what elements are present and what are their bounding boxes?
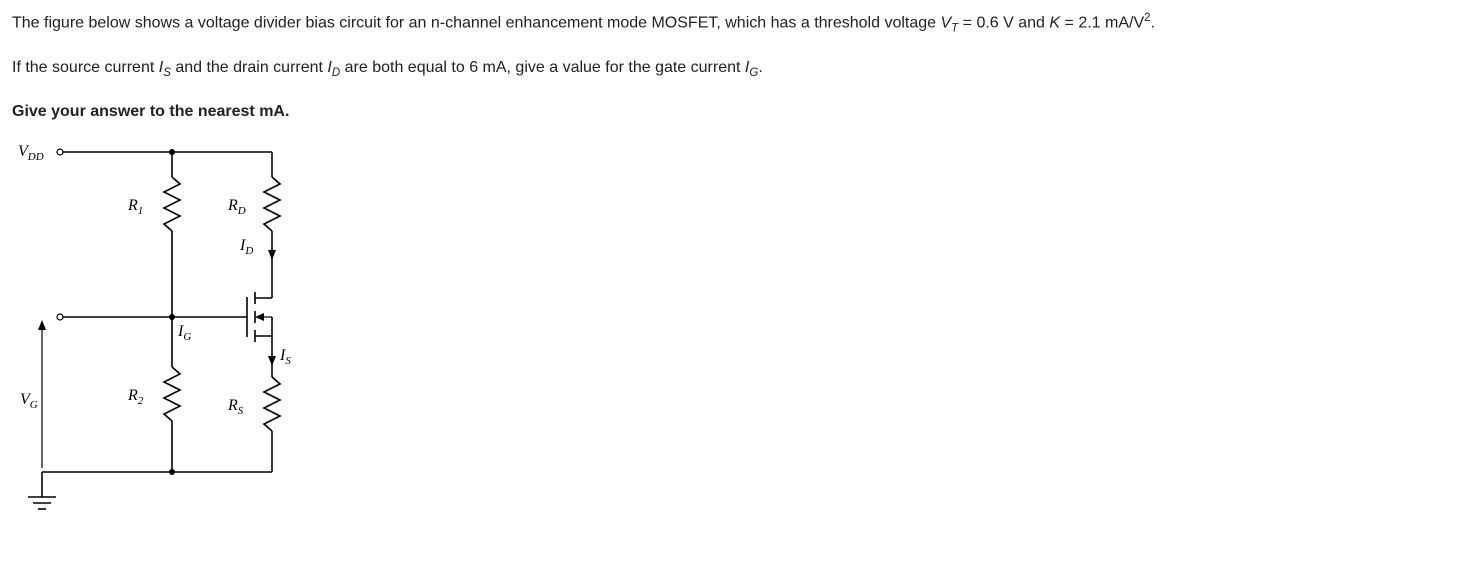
- r2-resistor: [164, 367, 180, 421]
- p2-end: .: [758, 59, 762, 76]
- p2-text-c: are both equal to 6 mA, give a value for…: [340, 59, 745, 76]
- p1-vt-eq: = 0.6 V and: [958, 14, 1049, 31]
- rs-resistor: [264, 377, 280, 431]
- instruction-paragraph: Give your answer to the nearest mA.: [12, 100, 1447, 124]
- r1-resistor: [164, 177, 180, 231]
- id-label: ID: [239, 237, 253, 257]
- vdd-terminal: [57, 149, 63, 155]
- circuit-figure: VDD R1 RD ID IG IS RS: [12, 142, 1447, 552]
- p2-text-a: If the source current: [12, 59, 159, 76]
- r1-label: R1: [127, 197, 143, 217]
- vdd-label: VDD: [18, 143, 44, 163]
- k-symbol: K: [1049, 14, 1060, 31]
- is-sub: S: [163, 67, 171, 79]
- id-arrow: [268, 250, 276, 260]
- vg-measure-arrow: [38, 320, 46, 330]
- p2-text-b: and the drain current: [171, 59, 328, 76]
- rd-label: RD: [227, 197, 246, 217]
- p1-text-a: The figure below shows a voltage divider…: [12, 14, 941, 31]
- vg-terminal: [57, 314, 63, 320]
- vt-symbol: V: [941, 14, 952, 31]
- rs-label: RS: [227, 397, 244, 417]
- is-label: IS: [279, 347, 291, 367]
- problem-paragraph-1: The figure below shows a voltage divider…: [12, 10, 1447, 38]
- ig-label: IG: [177, 323, 191, 343]
- rd-resistor: [264, 177, 280, 231]
- p1-k-eq: = 2.1 mA/V: [1060, 14, 1144, 31]
- vg-label: VG: [20, 391, 38, 411]
- id-sub: D: [332, 67, 340, 79]
- r2-label: R2: [127, 387, 144, 407]
- ig-sub: G: [749, 67, 758, 79]
- p1-end: .: [1151, 14, 1155, 31]
- problem-paragraph-2: If the source current IS and the drain c…: [12, 56, 1447, 82]
- mosfet-body-arrow: [255, 313, 264, 321]
- is-arrow: [268, 356, 276, 366]
